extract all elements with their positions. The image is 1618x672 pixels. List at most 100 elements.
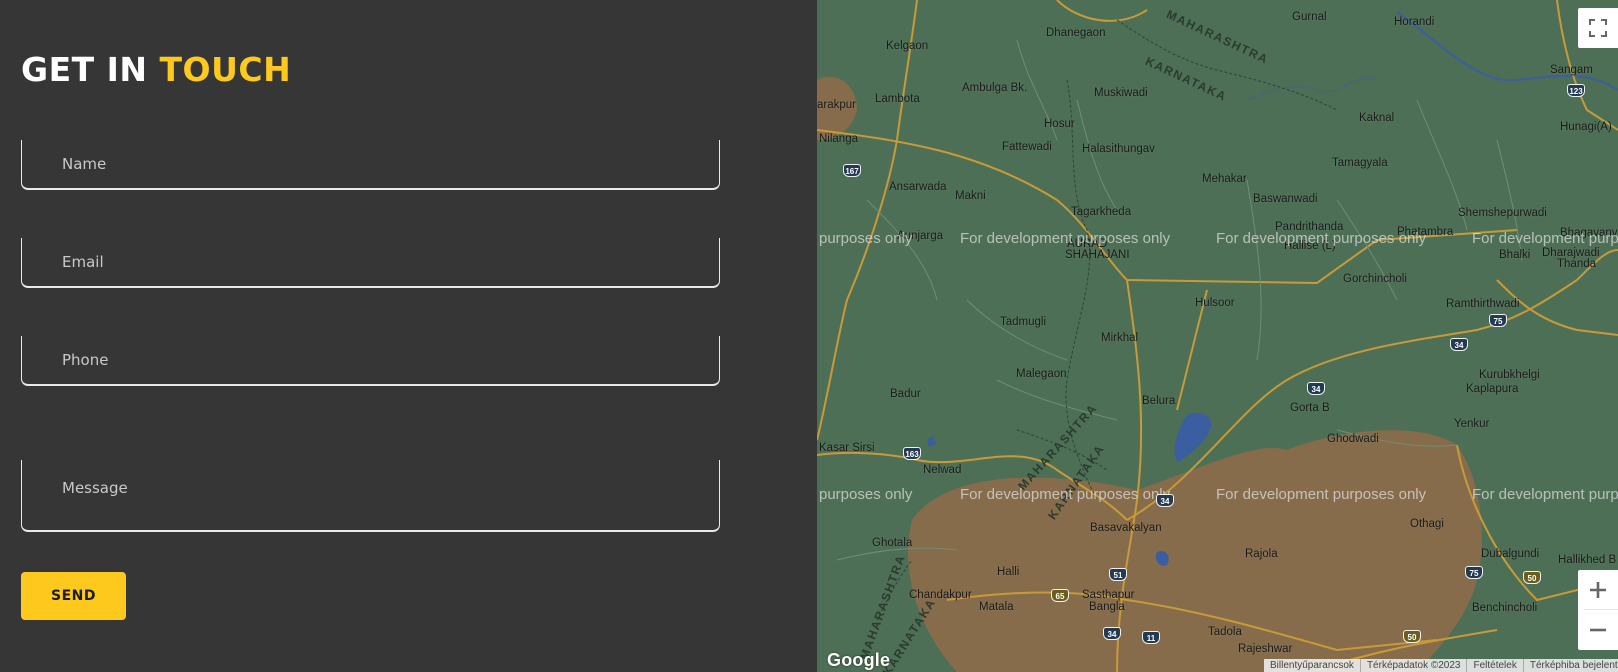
map-place-label: Rajola	[1245, 548, 1278, 560]
terms-link[interactable]: Feltételek	[1467, 659, 1524, 672]
map-place-label: Hunagi(A)	[1560, 121, 1612, 133]
road-shield-icon: 167	[843, 164, 861, 177]
name-input[interactable]	[22, 140, 719, 188]
form-title-part1: GET IN	[21, 50, 148, 89]
phone-input[interactable]	[22, 336, 719, 384]
map-place-label: Thanda	[1557, 258, 1597, 270]
map-place-label: Gurnal	[1292, 11, 1327, 23]
road-shield-icon: 11	[1142, 631, 1160, 644]
map-place-label: Sangam	[1550, 64, 1593, 76]
map-place-label: Fattewadi	[1002, 141, 1052, 153]
road-shield-icon: 50	[1403, 630, 1421, 643]
map-place-label: Kaplapura	[1466, 383, 1519, 395]
map-attribution-bar: Billentyűparancsok Térképadatok ©2023 Fe…	[1264, 659, 1618, 672]
map-place-label: Gorchincholi	[1343, 273, 1407, 285]
road-shield-icon: 50	[1523, 571, 1541, 584]
map-place-label: Lambota	[875, 93, 920, 105]
map-place-label: Tadola	[1208, 626, 1242, 638]
map-place-label: Kasar Sirsi	[819, 442, 875, 454]
road-shield-icon: 34	[1307, 382, 1325, 395]
road-shield-icon: 75	[1489, 314, 1507, 327]
map-place-label: Hulsoor	[1195, 297, 1235, 309]
email-input[interactable]	[22, 238, 719, 286]
road-shield-icon: 75	[1465, 566, 1483, 579]
form-title-accent: TOUCH	[159, 50, 292, 89]
map-data-link[interactable]: Térképadatok ©2023	[1361, 659, 1468, 672]
map-place-label: Matala	[979, 601, 1014, 613]
name-field-wrapper	[21, 140, 720, 190]
map-place-label: Chandakpur	[909, 589, 972, 601]
dev-watermark: For development purposes only	[960, 486, 1171, 503]
map-place-label: Muskiwadi	[1094, 87, 1148, 99]
map-place-label: Tagarkheda	[1071, 206, 1132, 218]
map-place-label: Mirkhal	[1101, 332, 1139, 344]
map-place-label: arakpur	[817, 99, 856, 111]
zoom-in-button[interactable]	[1578, 570, 1618, 610]
map-place-label: SHAHAJANI	[1065, 249, 1130, 261]
map-place-label: Rajeshwar	[1238, 643, 1293, 655]
map-place-label: Baswanwadi	[1253, 193, 1318, 205]
dev-watermark: For development purposes only	[960, 230, 1171, 247]
map-place-label: Kurubkhelgi	[1479, 369, 1540, 381]
map-place-label: Dubalgundi	[1481, 548, 1540, 560]
email-field-wrapper	[21, 238, 720, 288]
road-shield-icon: 34	[1156, 494, 1174, 507]
map-place-label: Badur	[890, 388, 921, 400]
contact-form-panel: GET IN TOUCH SEND	[0, 0, 817, 672]
report-error-link[interactable]: Térképhiba bejelentése	[1524, 659, 1618, 672]
map-place-label: Nelwad	[923, 464, 962, 476]
fullscreen-icon	[1589, 19, 1607, 37]
dev-watermark: purposes only	[819, 486, 913, 503]
map-place-label: Makni	[955, 190, 986, 202]
road-shield-icon: 163	[903, 447, 921, 460]
map-place-label: Bangla	[1089, 601, 1125, 613]
map-place-label: Belura	[1142, 395, 1176, 407]
fullscreen-button[interactable]	[1578, 8, 1618, 48]
road-shield-icon: 34	[1450, 338, 1468, 351]
send-button[interactable]: SEND	[21, 572, 126, 620]
map-place-label: Sasthapur	[1082, 589, 1135, 601]
map-place-label: Kaknal	[1359, 112, 1395, 124]
message-field-wrapper	[21, 460, 720, 532]
dev-watermark: For development purposes only	[1216, 486, 1427, 503]
road-shield-icon: 123	[1567, 84, 1585, 97]
map-place-label: Horandi	[1394, 16, 1435, 28]
map-place-label: Halli	[997, 566, 1020, 578]
phone-field-wrapper	[21, 336, 720, 386]
map-place-label: Shemshepurwadi	[1458, 207, 1547, 219]
zoom-out-button[interactable]	[1578, 610, 1618, 650]
map-place-label: Hallikhed B	[1558, 554, 1617, 566]
map-place-label: Hosur	[1044, 118, 1075, 130]
map-place-label: Benchincholi	[1472, 602, 1538, 614]
road-shield-icon: 65	[1051, 589, 1069, 602]
map-place-label: Halasithungav	[1082, 143, 1155, 155]
map-place-label: Gorta B	[1290, 402, 1330, 414]
map-place-label: Tadmugli	[1000, 316, 1047, 328]
road-shield-icon: 34	[1103, 627, 1121, 640]
map-place-label: Othagi	[1410, 518, 1444, 530]
map-place-label: Ansarwada	[889, 181, 947, 193]
map-place-label: Yenkur	[1454, 418, 1490, 430]
google-logo: Google	[827, 650, 891, 670]
form-title: GET IN TOUCH	[21, 50, 291, 89]
map-place-label: Nilanga	[819, 133, 858, 145]
dev-watermark: For development purposes only	[1472, 486, 1618, 503]
map-place-label: Ramthirthwadi	[1446, 298, 1520, 310]
minus-icon	[1590, 628, 1606, 632]
map-place-label: Ambulga Bk.	[962, 82, 1028, 94]
map-place-label: Dhanegaon	[1046, 27, 1106, 39]
map-place-label: Mehakar	[1202, 173, 1247, 185]
dev-watermark: For development purposes only	[1472, 230, 1618, 247]
plus-icon	[1590, 582, 1606, 598]
map-place-label: Basavakalyan	[1090, 522, 1162, 534]
map-place-label: Bhalki	[1499, 249, 1531, 261]
map-place-label: Malegaon	[1016, 368, 1067, 380]
message-textarea[interactable]	[22, 460, 719, 530]
dev-watermark: purposes only	[819, 230, 913, 247]
dev-watermark: For development purposes only	[1216, 230, 1427, 247]
map-place-label: Ghodwadi	[1327, 433, 1379, 445]
google-map[interactable]: Gurnal Horandi Kelgaon Dhanegaon Sangam …	[817, 0, 1618, 672]
map-place-label: Ghotala	[872, 537, 913, 549]
map-place-label: Kelgaon	[886, 40, 929, 52]
keyboard-shortcuts-link[interactable]: Billentyűparancsok	[1264, 659, 1361, 672]
